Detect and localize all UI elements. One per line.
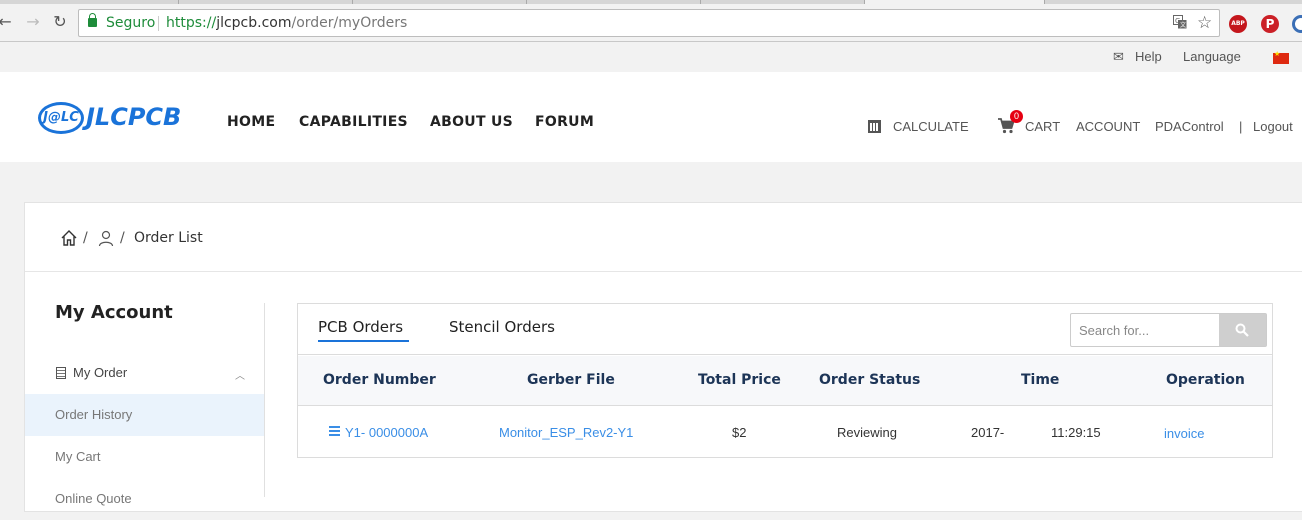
calculate-link[interactable]: CALCULATE	[893, 119, 969, 134]
lock-icon	[88, 13, 97, 27]
orders-panel: PCB Orders Stencil Orders Order Number G…	[297, 303, 1273, 458]
breadcrumb-separator: /	[120, 230, 125, 246]
sidebar-item-order-history[interactable]: Order History	[25, 394, 264, 436]
order-number-link[interactable]: Y1- 0000000A	[345, 425, 428, 440]
search-input[interactable]	[1071, 314, 1219, 346]
list-icon[interactable]	[329, 426, 340, 437]
address-bar[interactable]: Seguro https://jlcpcb.com/order/myOrders…	[78, 9, 1220, 37]
tab-pcb-orders[interactable]: PCB Orders	[318, 318, 403, 336]
table-row: Y1- 0000000A Monitor_ESP_Rev2-Y1 $2 Revi…	[298, 407, 1272, 458]
column-header-total-price: Total Price	[698, 372, 781, 388]
breadcrumb-current: Order List	[134, 230, 203, 246]
language-selector[interactable]: Language	[1183, 49, 1241, 64]
url-domain: jlcpcb.com	[216, 15, 292, 31]
nav-about-us[interactable]: ABOUT US	[430, 114, 513, 130]
search-icon	[1235, 323, 1249, 337]
sync-icon[interactable]	[1292, 15, 1302, 33]
reload-icon[interactable]: ↻	[51, 13, 69, 31]
search-button[interactable]	[1219, 314, 1266, 346]
sidebar-item-online-quote[interactable]: Online Quote	[25, 478, 264, 520]
breadcrumb-separator: /	[83, 230, 88, 246]
browser-toolbar: ← → ↻ Seguro https://jlcpcb.com/order/my…	[0, 4, 1302, 42]
back-arrow-icon[interactable]: ←	[0, 13, 14, 31]
calendar-icon	[868, 120, 881, 133]
account-link[interactable]: ACCOUNT	[1076, 119, 1140, 134]
column-header-time: Time	[1021, 372, 1060, 388]
url-protocol: https://	[166, 15, 217, 31]
logo-mark: J@LC	[38, 102, 84, 134]
order-search	[1070, 313, 1267, 347]
utility-bar: ✉ Help Language	[0, 42, 1302, 72]
sidebar-divider	[264, 303, 265, 497]
china-flag-icon[interactable]	[1273, 50, 1289, 64]
gerber-file-link[interactable]: Monitor_ESP_Rev2-Y1	[499, 425, 633, 440]
table-header: Order Number Gerber File Total Price Ord…	[298, 356, 1272, 406]
translate-icon[interactable]: G文	[1173, 15, 1187, 33]
invoice-link[interactable]: invoice	[1164, 426, 1204, 441]
header-separator: |	[1239, 119, 1243, 134]
nav-home[interactable]: HOME	[227, 114, 275, 130]
bookmark-star-icon[interactable]: ☆	[1197, 13, 1212, 33]
orders-tabs: PCB Orders Stencil Orders	[298, 304, 1272, 355]
security-label: Seguro	[106, 15, 156, 31]
tab-stencil-orders[interactable]: Stencil Orders	[449, 318, 555, 336]
active-tab-indicator	[318, 340, 409, 342]
nav-capabilities[interactable]: CAPABILITIES	[299, 114, 408, 130]
url-path: /order/myOrders	[291, 15, 408, 31]
cart-count-badge: 0	[1010, 110, 1023, 123]
logo-text: JLCPCB	[86, 103, 182, 131]
site-header: J@LC JLCPCB HOME CAPABILITIES ABOUT US F…	[0, 72, 1302, 162]
document-icon	[56, 367, 66, 379]
envelope-icon: ✉	[1113, 49, 1124, 64]
column-header-operation: Operation	[1166, 372, 1245, 388]
help-link[interactable]: Help	[1135, 49, 1162, 64]
order-time: 11:29:15	[1051, 425, 1101, 440]
divider	[25, 271, 1302, 272]
order-status: Reviewing	[837, 425, 897, 440]
url-text[interactable]: https://jlcpcb.com/order/myOrders	[166, 15, 407, 31]
forward-arrow-icon[interactable]: →	[24, 13, 42, 31]
divider	[158, 16, 159, 31]
user-icon[interactable]	[98, 230, 114, 247]
total-price: $2	[732, 425, 747, 440]
logout-link[interactable]: Logout	[1253, 119, 1293, 134]
column-header-order-status: Order Status	[819, 372, 921, 388]
sidebar-group-my-order[interactable]: My Order ︿	[55, 364, 250, 382]
username-link[interactable]: PDAControl	[1155, 119, 1224, 134]
svg-text:文: 文	[1180, 21, 1186, 29]
sidebar-item-my-cart[interactable]: My Cart	[25, 436, 264, 478]
home-icon[interactable]	[60, 229, 78, 247]
nav-forum[interactable]: FORUM	[535, 114, 594, 130]
chevron-up-icon[interactable]: ︿	[235, 367, 245, 382]
column-header-order-number: Order Number	[323, 372, 436, 388]
sidebar-group-label: My Order	[73, 365, 128, 380]
cart-link[interactable]: CART	[1025, 119, 1060, 134]
pinterest-icon[interactable]: P	[1261, 15, 1279, 33]
order-date: 2017-	[971, 425, 1005, 440]
column-header-gerber-file: Gerber File	[527, 372, 615, 388]
sidebar-title: My Account	[55, 302, 173, 323]
adblock-plus-icon[interactable]: ABP	[1229, 15, 1247, 33]
